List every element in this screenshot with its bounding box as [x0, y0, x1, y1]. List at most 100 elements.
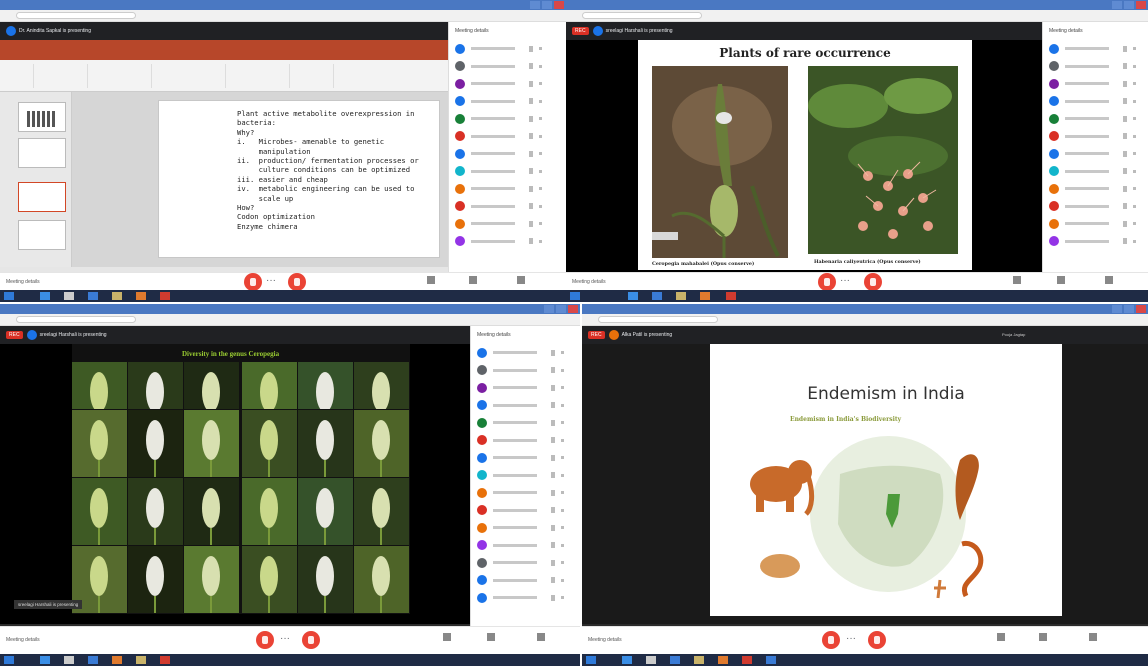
url-field[interactable] [16, 12, 136, 19]
participant-row[interactable] [471, 432, 580, 450]
more-options-icon[interactable] [561, 456, 564, 460]
more-options-icon[interactable] [539, 64, 542, 68]
more-options-icon[interactable] [1133, 82, 1136, 86]
mic-off-icon[interactable] [818, 273, 836, 291]
participant-row[interactable] [471, 344, 580, 362]
ribbon-group-clipboard[interactable] [4, 64, 34, 88]
captions-button[interactable] [1002, 276, 1032, 286]
more-options-icon[interactable] [1133, 239, 1136, 243]
participant-row[interactable] [1043, 110, 1148, 128]
more-options-icon[interactable] [1133, 204, 1136, 208]
more-options-icon[interactable] [1133, 47, 1136, 51]
people-icon[interactable] [1078, 633, 1108, 643]
url-field[interactable] [582, 12, 702, 19]
more-icon[interactable]: ··· [280, 633, 290, 644]
more-options-icon[interactable] [539, 134, 542, 138]
participant-row[interactable] [471, 502, 580, 520]
taskbar-app-icon[interactable] [88, 656, 98, 664]
more-options-icon[interactable] [539, 204, 542, 208]
participant-row[interactable] [471, 572, 580, 590]
meeting-details-button[interactable]: Meeting details [572, 279, 606, 285]
captions-button[interactable] [986, 633, 1016, 643]
participant-row[interactable] [449, 40, 566, 58]
more-options-icon[interactable] [561, 526, 564, 530]
participant-row[interactable] [449, 163, 566, 181]
participant-row[interactable] [1043, 93, 1148, 111]
people-icon[interactable] [506, 276, 536, 286]
slide-thumbnail[interactable] [18, 138, 66, 168]
present-icon[interactable] [1028, 633, 1058, 643]
taskbar-app-icon[interactable] [40, 656, 50, 664]
taskbar-app-icon[interactable] [652, 292, 662, 300]
more-options-icon[interactable] [561, 473, 564, 477]
address-bar[interactable] [0, 10, 566, 22]
maximize-icon[interactable] [1124, 1, 1134, 9]
windows-start-icon[interactable] [4, 292, 14, 300]
windows-start-icon[interactable] [586, 656, 596, 664]
address-bar[interactable] [582, 314, 1148, 326]
more-options-icon[interactable] [1133, 117, 1136, 121]
participant-row[interactable] [449, 58, 566, 76]
participant-row[interactable] [471, 519, 580, 537]
meeting-details-button[interactable]: Meeting details [6, 279, 40, 285]
participant-row[interactable] [449, 215, 566, 233]
taskbar-app-icon[interactable] [160, 656, 170, 664]
ribbon-group-paragraph[interactable] [156, 64, 226, 88]
minimize-icon[interactable] [1112, 305, 1122, 313]
minimize-icon[interactable] [530, 1, 540, 9]
slide-thumbnails[interactable] [0, 92, 72, 267]
participant-row[interactable] [1043, 233, 1148, 251]
taskbar-app-icon[interactable] [112, 656, 122, 664]
more-options-icon[interactable] [539, 152, 542, 156]
participant-row[interactable] [1043, 145, 1148, 163]
participant-row[interactable] [449, 145, 566, 163]
ribbon-group-font[interactable] [92, 64, 152, 88]
taskbar-app-icon[interactable] [136, 656, 146, 664]
more-options-icon[interactable] [561, 351, 564, 355]
participant-row[interactable] [471, 449, 580, 467]
more-options-icon[interactable] [539, 82, 542, 86]
mic-off-icon[interactable] [244, 273, 262, 291]
participant-row[interactable] [471, 484, 580, 502]
minimize-icon[interactable] [1112, 1, 1122, 9]
taskbar-app-icon[interactable] [64, 656, 74, 664]
more-options-icon[interactable] [1133, 187, 1136, 191]
participant-row[interactable] [449, 93, 566, 111]
minimize-icon[interactable] [544, 305, 554, 313]
taskbar-app-icon[interactable] [718, 656, 728, 664]
participant-row[interactable] [471, 397, 580, 415]
maximize-icon[interactable] [1124, 305, 1134, 313]
more-options-icon[interactable] [539, 169, 542, 173]
taskbar-app-icon[interactable] [64, 292, 74, 300]
more-options-icon[interactable] [539, 117, 542, 121]
taskbar-app-icon[interactable] [694, 656, 704, 664]
taskbar-app-icon[interactable] [160, 292, 170, 300]
participant-row[interactable] [1043, 180, 1148, 198]
present-icon[interactable] [1046, 276, 1076, 286]
taskbar-app-icon[interactable] [628, 292, 638, 300]
more-options-icon[interactable] [539, 99, 542, 103]
more-icon[interactable]: ··· [840, 275, 850, 286]
participant-row[interactable] [1043, 58, 1148, 76]
more-options-icon[interactable] [561, 438, 564, 442]
more-options-icon[interactable] [561, 596, 564, 600]
taskbar-app-icon[interactable] [742, 656, 752, 664]
close-icon[interactable] [1136, 1, 1146, 9]
more-options-icon[interactable] [561, 543, 564, 547]
participant-row[interactable] [1043, 75, 1148, 93]
windows-start-icon[interactable] [570, 292, 580, 300]
participant-row[interactable] [471, 467, 580, 485]
hangup-icon[interactable] [302, 631, 320, 649]
more-options-icon[interactable] [1133, 169, 1136, 173]
more-options-icon[interactable] [561, 578, 564, 582]
ribbon-group-editing[interactable] [294, 64, 334, 88]
more-options-icon[interactable] [539, 187, 542, 191]
more-options-icon[interactable] [561, 508, 564, 512]
present-icon[interactable] [476, 633, 506, 643]
meeting-details-button[interactable]: Meeting details [588, 637, 622, 643]
people-icon[interactable] [1094, 276, 1124, 286]
participant-row[interactable] [449, 180, 566, 198]
present-icon[interactable] [458, 276, 488, 286]
meeting-details-button[interactable]: Meeting details [6, 637, 40, 643]
more-icon[interactable]: ··· [266, 275, 276, 286]
